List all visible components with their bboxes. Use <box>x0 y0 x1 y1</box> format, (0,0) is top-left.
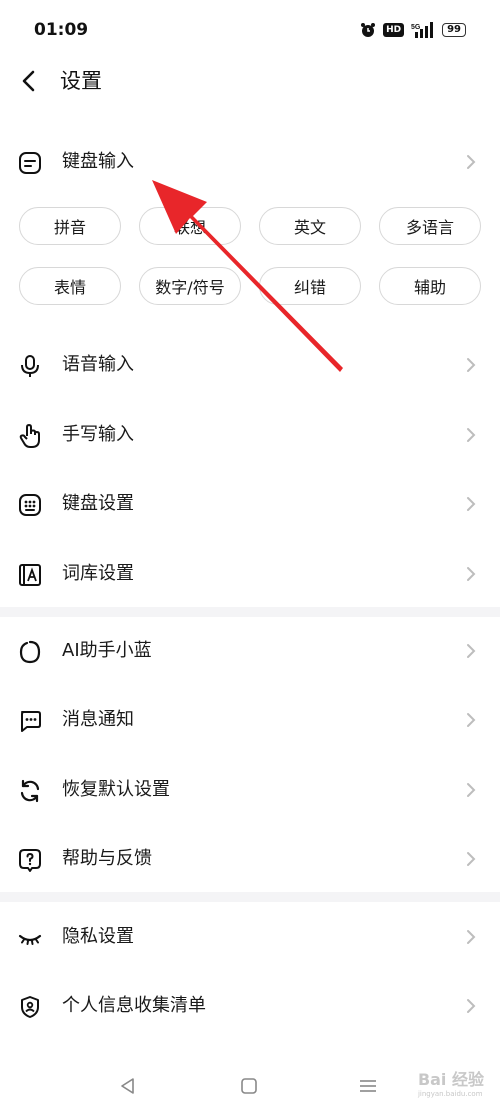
chip-emoji[interactable]: 表情 <box>19 267 121 305</box>
handwriting-input-row[interactable]: 手写输入 <box>0 405 500 465</box>
message-icon <box>21 711 41 732</box>
chip-correction[interactable]: 纠错 <box>259 267 361 305</box>
chevron-right-icon <box>467 852 476 866</box>
back-icon[interactable] <box>14 66 44 96</box>
help-feedback-row[interactable]: 帮助与反馈 <box>0 829 500 889</box>
hd-badge: HD <box>383 23 405 37</box>
restore-defaults-row[interactable]: 恢复默认设置 <box>0 760 500 820</box>
keyboard-settings-label: 键盘设置 <box>62 493 134 514</box>
restore-icon <box>20 779 40 803</box>
status-time: 01:09 <box>34 20 89 40</box>
personal-info-list-label: 个人信息收集清单 <box>62 995 206 1016</box>
eye-closed-icon <box>18 934 42 945</box>
chevron-right-icon <box>467 358 476 372</box>
hand-pointer-icon <box>19 424 40 448</box>
nav-home-icon[interactable] <box>237 1074 261 1098</box>
chip-english[interactable]: 英文 <box>259 207 361 245</box>
network-label: 5G <box>411 24 421 31</box>
chevron-right-icon <box>467 783 476 797</box>
chip-pinyin[interactable]: 拼音 <box>19 207 121 245</box>
keyboard-settings-row[interactable]: 键盘设置 <box>0 474 500 534</box>
personal-info-list-row[interactable]: 个人信息收集清单 <box>0 976 500 1036</box>
microphone-icon <box>21 355 39 377</box>
chip-assist[interactable]: 辅助 <box>379 267 481 305</box>
ai-assistant-icon <box>19 640 41 664</box>
section-divider <box>0 607 500 617</box>
battery-indicator: 99 <box>442 23 466 37</box>
voice-input-row[interactable]: 语音输入 <box>0 335 500 395</box>
nav-menu-icon[interactable] <box>356 1074 380 1098</box>
shield-user-icon <box>21 996 39 1018</box>
chip-multilanguage[interactable]: 多语言 <box>379 207 481 245</box>
ai-assistant-row[interactable]: AI助手小蓝 <box>0 621 500 681</box>
nav-back-icon[interactable] <box>116 1074 140 1098</box>
section-divider <box>0 892 500 902</box>
watermark-url: jingyan.baidu.com <box>417 1090 483 1098</box>
keyboard-input-icon <box>19 152 41 174</box>
chevron-right-icon <box>467 999 476 1013</box>
chevron-right-icon <box>467 713 476 727</box>
dictionary-settings-label: 词库设置 <box>62 563 134 584</box>
chevron-right-icon <box>467 428 476 442</box>
chip-number-symbol[interactable]: 数字/符号 <box>139 267 241 305</box>
restore-defaults-label: 恢复默认设置 <box>62 779 170 800</box>
alarm-icon <box>361 23 376 37</box>
voice-input-label: 语音输入 <box>62 354 134 375</box>
dictionary-settings-row[interactable]: 词库设置 <box>0 544 500 604</box>
status-icons: HD 5G 99 <box>360 20 466 40</box>
keyboard-icon <box>19 494 41 516</box>
keyboard-input-label: 键盘输入 <box>62 151 134 172</box>
header: 设置 <box>0 56 500 106</box>
help-feedback-label: 帮助与反馈 <box>62 848 152 869</box>
page-title: 设置 <box>60 69 102 93</box>
privacy-settings-row[interactable]: 隐私设置 <box>0 907 500 967</box>
chevron-right-icon <box>467 930 476 944</box>
message-notification-row[interactable]: 消息通知 <box>0 690 500 750</box>
chip-association[interactable]: 联想 <box>139 207 241 245</box>
dictionary-icon <box>19 564 41 586</box>
chevron-right-icon <box>467 567 476 581</box>
status-bar: 01:09 HD 5G 99 <box>0 0 500 60</box>
ai-assistant-label: AI助手小蓝 <box>62 640 152 661</box>
help-icon <box>19 849 41 872</box>
chevron-right-icon <box>467 497 476 511</box>
message-notification-label: 消息通知 <box>62 709 134 730</box>
keyboard-input-row[interactable]: 键盘输入 <box>0 132 500 192</box>
privacy-settings-label: 隐私设置 <box>62 926 134 947</box>
watermark: Bai 经验 jingyan.baidu.com <box>418 1066 484 1098</box>
signal-icon: 5G <box>411 22 434 38</box>
handwriting-input-label: 手写输入 <box>62 424 134 445</box>
watermark-brand: Bai 经验 <box>417 1070 484 1089</box>
chevron-right-icon <box>467 155 476 169</box>
chevron-right-icon <box>467 644 476 658</box>
